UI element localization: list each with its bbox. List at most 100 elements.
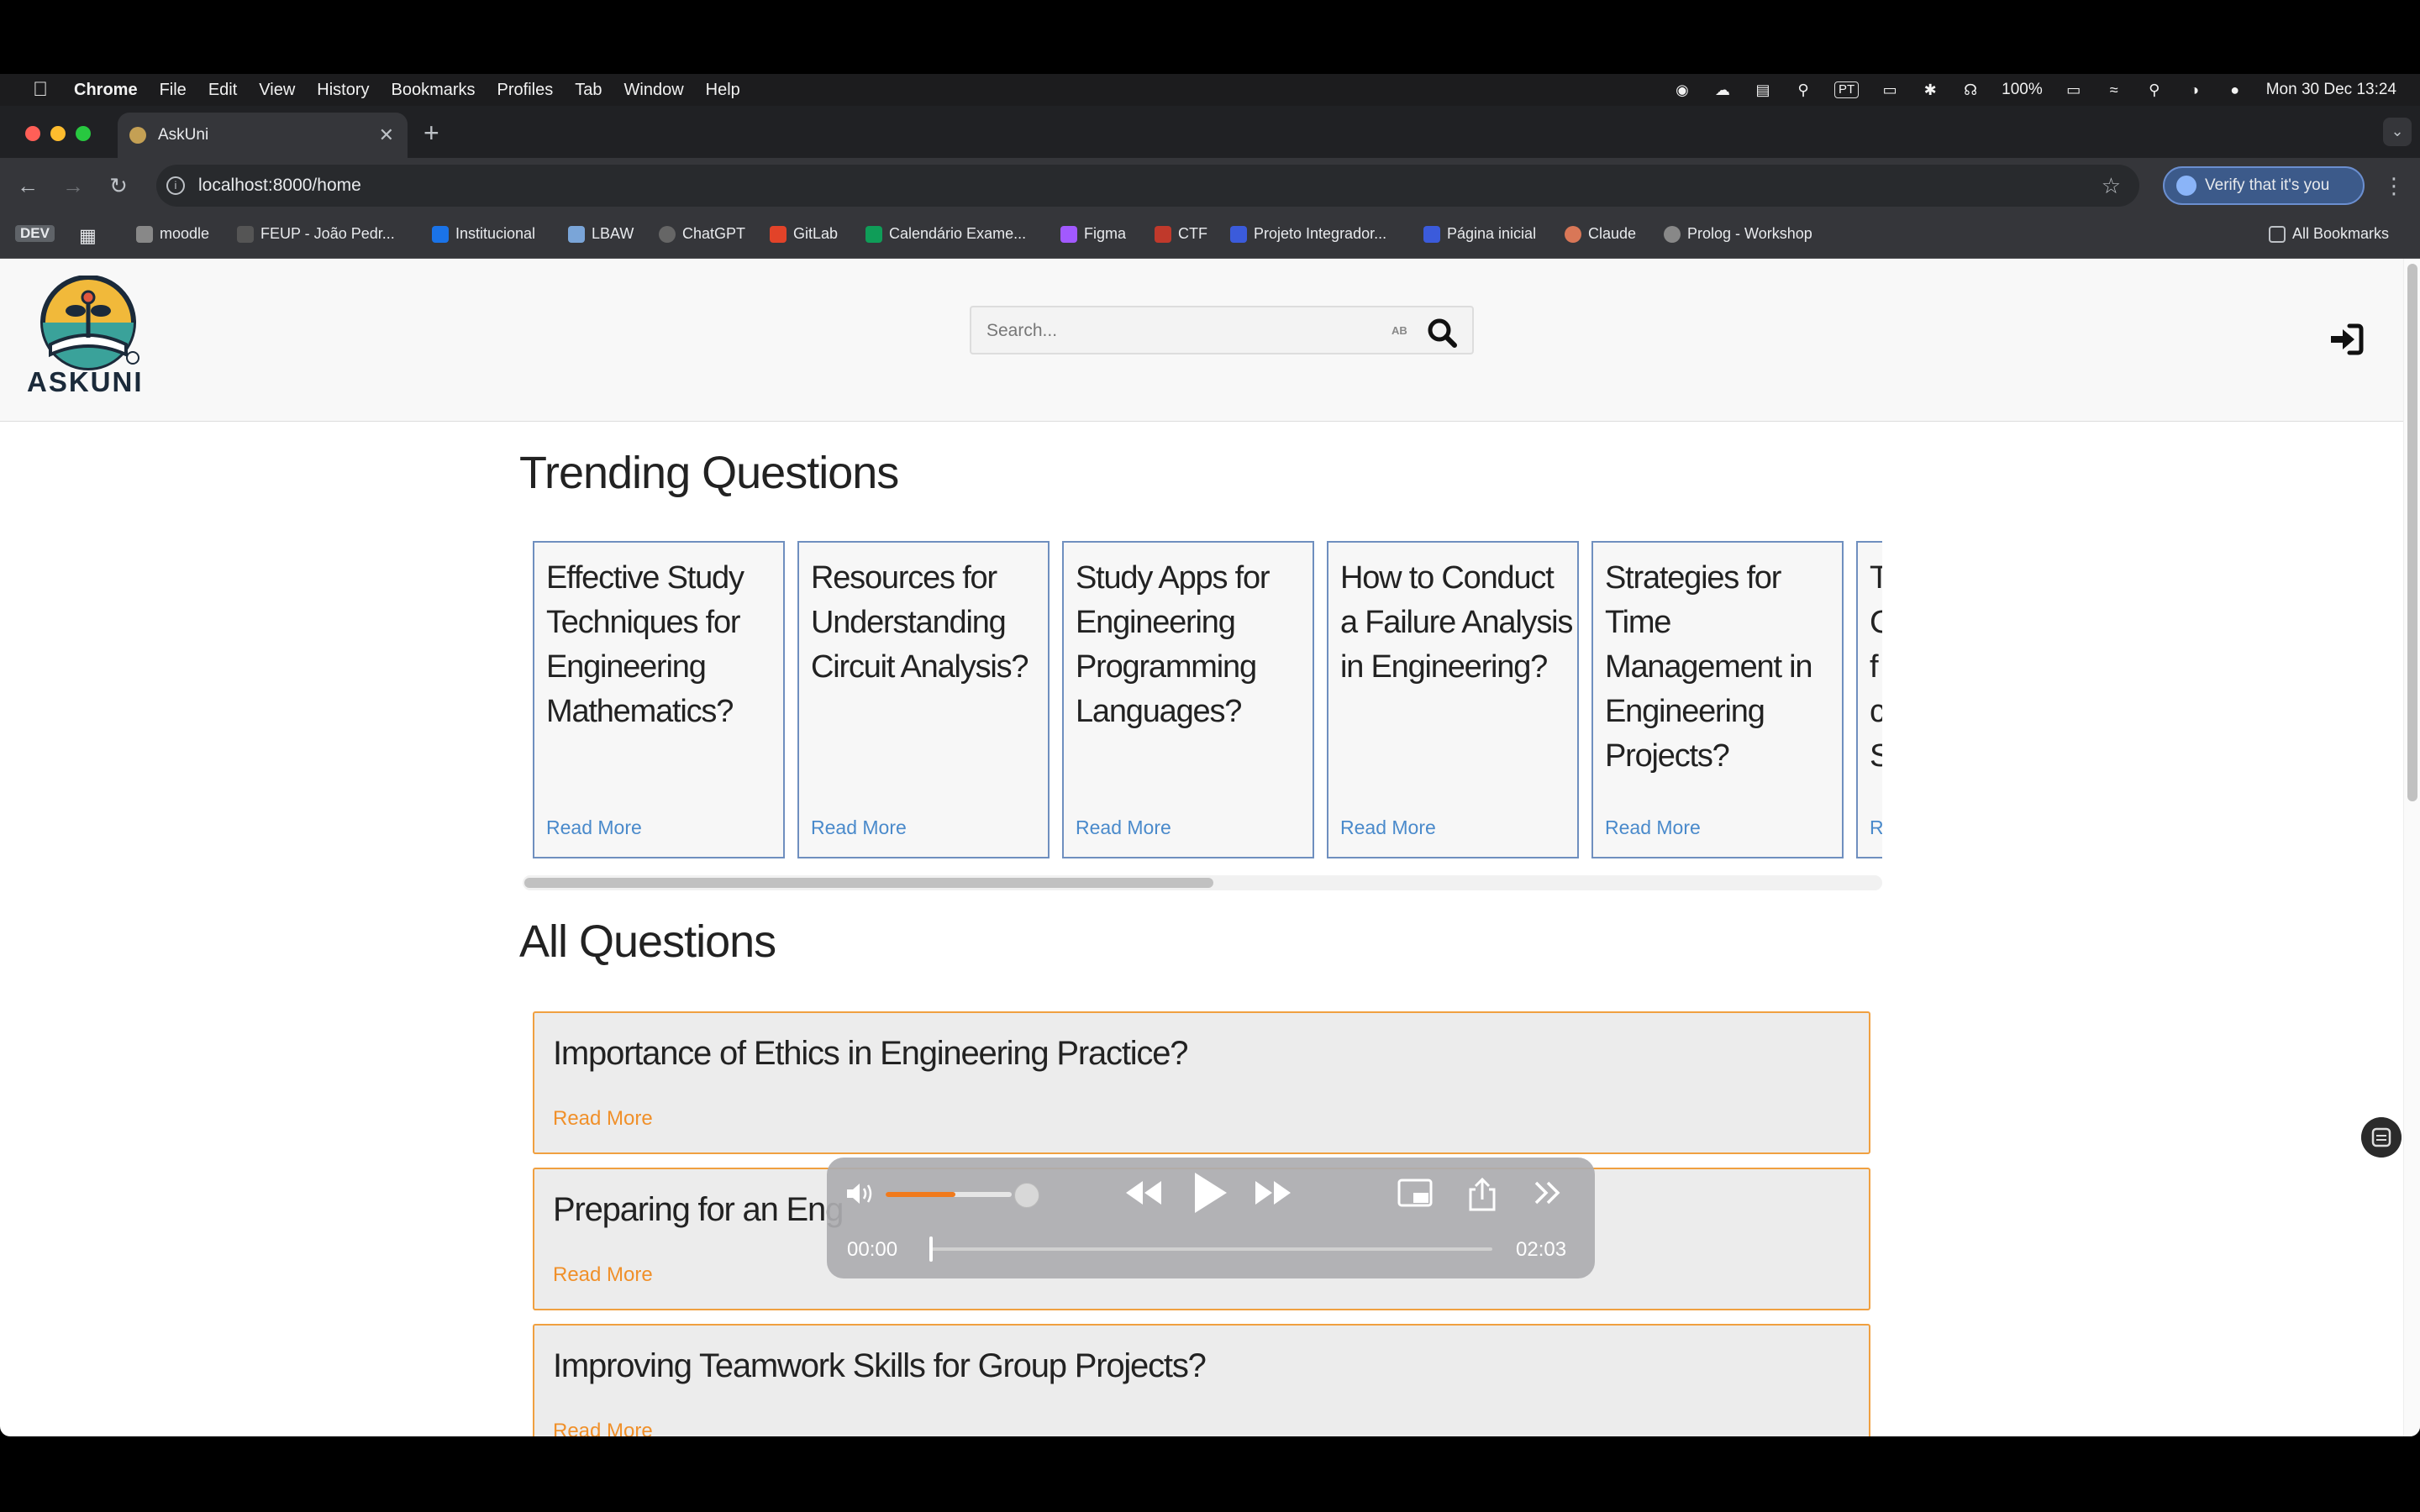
bookmark-figma[interactable]: Figma [1060,225,1126,243]
bookmark-pagina-inicial[interactable]: Página inicial [1423,225,1536,243]
wifi-icon[interactable]: ≈ [2105,82,2123,97]
chrome-menu-icon[interactable]: ⋮ [2383,173,2405,199]
menu-view[interactable]: View [259,81,295,100]
bookmark-calendario[interactable]: Calendário Exame... [865,225,1026,243]
bookmark-prolog[interactable]: Prolog - Workshop [1664,225,1812,243]
fast-forward-icon[interactable] [1252,1176,1294,1210]
bookmark-claude[interactable]: Claude [1565,225,1636,243]
trending-card[interactable]: Strategies for Time Management in Engine… [1591,541,1844,858]
bookmark-chatgpt[interactable]: ChatGPT [659,225,745,243]
tab-search-chevron-icon[interactable]: ⌄ [2383,118,2412,146]
record-icon[interactable]: ◉ [1673,82,1691,97]
carousel-scrollbar[interactable] [523,875,1882,890]
trending-card-partial[interactable]: T C fc S R [1856,541,1882,858]
trending-card[interactable]: Study Apps for Engineering Programming L… [1062,541,1314,858]
card-icon[interactable]: ▤ [1754,82,1772,97]
bookmark-institucional[interactable]: Institucional [432,225,535,243]
bookmark-projeto[interactable]: Projeto Integrador... [1230,225,1386,243]
bluetooth-icon[interactable]: ✱ [1921,82,1939,97]
spotlight-icon[interactable]: ⚲ [2145,82,2164,97]
page-scrollbar[interactable] [2403,259,2420,1436]
picture-in-picture-icon[interactable] [1397,1176,1435,1210]
display-icon[interactable]: ▭ [1881,82,1899,97]
minimize-window-button[interactable] [50,126,66,141]
url-text[interactable]: localhost:8000/home [198,176,361,196]
read-more-link[interactable]: Read More [1076,816,1171,839]
trending-carousel[interactable]: Effective Study Techniques for Engineeri… [533,541,1882,860]
volume-knob[interactable] [1013,1183,1039,1208]
trending-card[interactable]: How to Conduct a Failure Analysis in Eng… [1327,541,1579,858]
new-tab-icon[interactable]: + [424,118,439,149]
bookmark-star-icon[interactable]: ☆ [2102,173,2121,199]
volume-icon[interactable] [845,1181,876,1206]
tab-askuni[interactable]: AskUni ✕ [118,113,408,158]
forward-arrow-icon[interactable]: → [60,173,86,199]
read-more-link[interactable]: Read More [553,1107,653,1131]
headphones-icon[interactable]: ☊ [1961,82,1980,97]
bookmark-ctf[interactable]: CTF [1155,225,1207,243]
control-center-icon[interactable]: ◑ [2186,82,2204,97]
tab-favicon-icon [129,127,146,144]
trending-card-title: How to Conduct a Failure Analysis in Eng… [1340,560,1573,685]
question-card[interactable]: Improving Teamwork Skills for Group Proj… [533,1324,1870,1436]
play-icon[interactable] [1188,1169,1230,1216]
menu-edit[interactable]: Edit [208,81,237,100]
share-icon[interactable] [1465,1176,1499,1213]
site-info-icon[interactable]: i [166,176,185,195]
search-input[interactable]: Search... AB [970,306,1474,354]
rewind-icon[interactable] [1123,1176,1165,1210]
menu-file[interactable]: File [160,81,187,100]
carousel-scroll-thumb[interactable] [524,878,1213,888]
tab-close-icon[interactable]: ✕ [379,124,394,146]
media-player-overlay[interactable]: 00:00 02:03 [827,1158,1595,1278]
read-more-link[interactable]: Read More [1340,816,1436,839]
search-icon[interactable] [1425,316,1459,349]
menu-help[interactable]: Help [706,81,740,100]
trending-card[interactable]: Resources for Understanding Circuit Anal… [797,541,1050,858]
siri-icon[interactable]: ● [2226,82,2244,97]
question-card[interactable]: Importance of Ethics in Engineering Prac… [533,1011,1870,1154]
screen-search-icon[interactable] [2361,1117,2402,1158]
reload-icon[interactable]: ↻ [106,173,131,199]
battery-icon[interactable]: ▭ [2065,82,2083,97]
read-more-link[interactable]: Read More [553,1420,653,1436]
bookmark-feup[interactable]: FEUP - João Pedr... [237,225,395,243]
lock-icon[interactable]: ⚲ [1794,82,1812,97]
address-bar[interactable]: i localhost:8000/home ☆ [156,165,2139,207]
bookmark-gitlab[interactable]: GitLab [770,225,838,243]
bookmark-label: DEV [20,225,50,241]
menu-window[interactable]: Window [624,81,684,100]
cloud-icon[interactable]: ☁ [1713,82,1732,97]
menu-history[interactable]: History [317,81,369,100]
read-more-link[interactable]: Read More [546,816,642,839]
back-arrow-icon[interactable]: ← [15,173,40,199]
read-more-link[interactable]: Read More [811,816,907,839]
apple-icon[interactable]:  [24,78,57,102]
trending-card[interactable]: Effective Study Techniques for Engineeri… [533,541,785,858]
clock[interactable]: Mon 30 Dec 13:24 [2266,81,2396,99]
menu-profiles[interactable]: Profiles [497,81,554,100]
login-icon[interactable] [2328,321,2365,358]
menu-tab[interactable]: Tab [575,81,602,100]
read-more-link[interactable]: Read More [1605,816,1701,839]
trending-card-title: Strategies for Time Management in Engine… [1605,560,1813,774]
page-scroll-thumb[interactable] [2407,264,2417,801]
more-chevrons-icon[interactable] [1531,1176,1565,1210]
verify-identity-button[interactable]: Verify that it's you [2163,166,2365,205]
read-more-link[interactable]: Read More [553,1263,653,1287]
bookmark-moodle[interactable]: moodle [136,225,209,243]
read-more-link[interactable]: R [1870,816,1882,839]
duration: 02:03 [1516,1238,1567,1261]
input-source-badge[interactable]: PT [1833,81,1860,98]
bookmark-lbaw[interactable]: LBAW [568,225,634,243]
all-bookmarks[interactable]: All Bookmarks [2269,225,2389,243]
menu-app-chrome[interactable]: Chrome [74,81,138,100]
close-window-button[interactable] [25,126,40,141]
bookmark-dev[interactable]: DEV [15,225,55,242]
zoom-window-button[interactable] [76,126,91,141]
apps-grid-icon[interactable]: ▦ [79,225,97,247]
volume-slider[interactable] [886,1192,1012,1197]
menu-bookmarks[interactable]: Bookmarks [392,81,476,100]
playback-progress-bar[interactable] [929,1247,1492,1251]
playhead[interactable] [929,1236,933,1262]
